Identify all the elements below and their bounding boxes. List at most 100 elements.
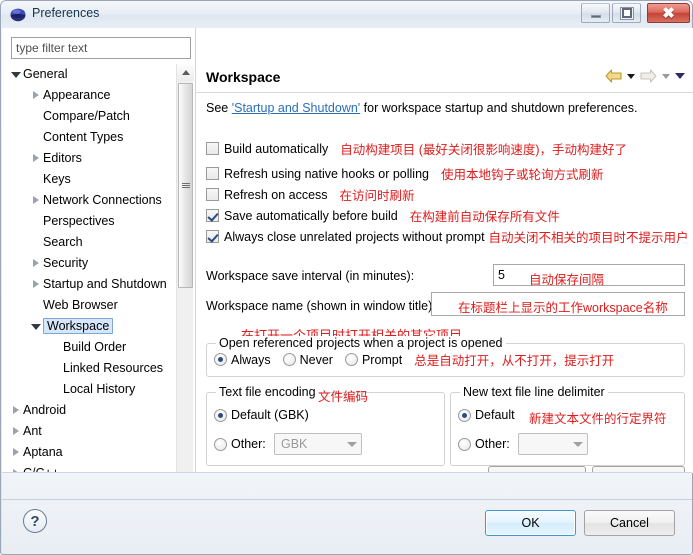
scroll-up-button[interactable] [177, 64, 194, 81]
chevron-down-icon[interactable] [343, 441, 361, 447]
checkbox-save-automatically-before-build[interactable] [206, 209, 219, 222]
tree-item-keys[interactable]: Keys [11, 169, 191, 190]
tree-item-label: Content Types [43, 130, 124, 144]
tree-item-label: Compare/Patch [43, 109, 130, 123]
workspace-name-label: Workspace name (shown in window title): [206, 299, 436, 313]
save-interval-note: 自动保存间隔 [529, 273, 605, 287]
tree-item-editors[interactable]: Editors [11, 148, 191, 169]
tree-item-label: Appearance [43, 88, 111, 102]
collapse-arrow-icon[interactable] [11, 72, 21, 78]
checkbox-annotation: 自动关闭不相关的项目时不提示用户 [488, 231, 689, 245]
radio-never[interactable] [282, 353, 296, 366]
collapse-arrow-icon[interactable] [31, 324, 41, 330]
tree-item-label: Network Connections [43, 193, 162, 207]
expand-arrow-icon[interactable] [33, 154, 39, 162]
tree-item-security[interactable]: Security [11, 253, 191, 274]
intro-text: See 'Startup and Shutdown' for workspace… [206, 101, 637, 115]
radio-delimiter-default[interactable] [458, 408, 471, 422]
minimize-icon [582, 4, 609, 22]
expand-arrow-icon[interactable] [33, 196, 39, 204]
expand-arrow-icon[interactable] [13, 406, 19, 414]
tree-item-label: Web Browser [43, 298, 118, 312]
minimize-button[interactable] [581, 3, 610, 23]
tree-item-android[interactable]: Android [11, 400, 191, 421]
tree-item-compare-patch[interactable]: Compare/Patch [11, 106, 191, 127]
checkbox-build-automatically[interactable] [206, 142, 219, 155]
tree-item-build-order[interactable]: Build Order [11, 337, 191, 358]
radio-delimiter-other-label: Other: [475, 437, 510, 451]
view-menu-caret-down-icon[interactable] [675, 73, 685, 79]
window-title: Preferences [32, 6, 100, 20]
checkbox-refresh-using-native-hooks-or-polling[interactable] [206, 167, 219, 180]
expand-arrow-icon[interactable] [33, 259, 39, 267]
checkbox-annotation: 使用本地钩子或轮询方式刷新 [440, 168, 604, 182]
tree-item-appearance[interactable]: Appearance [11, 85, 191, 106]
expand-arrow-icon[interactable] [33, 91, 39, 99]
back-history-caret-down-icon[interactable] [627, 73, 635, 79]
delimiter-combo[interactable] [518, 433, 588, 455]
arrow-up-icon [181, 70, 190, 75]
checkbox-row-4: Always close unrelated projects without … [206, 227, 689, 246]
ok-button[interactable]: OK [485, 510, 576, 536]
close-icon: ✖ [662, 4, 675, 22]
checkbox-annotation: 自动构建项目 (最好关闭很影响速度)，手动构建好了 [340, 143, 628, 157]
tree-item-label: Security [43, 256, 89, 270]
expand-arrow-icon[interactable] [33, 280, 39, 288]
tree-item-label: Startup and Shutdown [43, 277, 167, 291]
checkbox-label: Refresh on access [224, 187, 328, 202]
startup-shutdown-link[interactable]: 'Startup and Shutdown' [232, 101, 360, 115]
tree-item-content-types[interactable]: Content Types [11, 127, 191, 148]
tree-item-label: General [23, 67, 68, 81]
tree-item-ant[interactable]: Ant [11, 421, 191, 442]
tree-item-web-browser[interactable]: Web Browser [11, 295, 191, 316]
cancel-button[interactable]: Cancel [584, 510, 675, 536]
tree-item-aptana[interactable]: Aptana [11, 442, 191, 463]
tree-item-label: Workspace [43, 318, 114, 334]
tree-vertical-scrollbar[interactable] [176, 64, 194, 506]
radio-prompt[interactable] [344, 353, 358, 366]
encoding-default-row: Default (GBK) [214, 408, 321, 422]
tree-item-perspectives[interactable]: Perspectives [11, 211, 191, 232]
encoding-combo-value: GBK [281, 437, 308, 451]
page-navigation-toolbar [605, 69, 685, 83]
tree-scroll-thumb[interactable] [178, 83, 193, 288]
text-encoding-legend: Text file encoding [216, 385, 319, 399]
tree-item-local-history[interactable]: Local History [11, 379, 191, 400]
checkbox-label: Build automatically [224, 141, 329, 156]
radio-encoding-other[interactable] [214, 437, 227, 451]
footer-separator [2, 499, 692, 500]
radio-encoding-default[interactable] [214, 408, 227, 422]
expand-arrow-icon[interactable] [13, 427, 19, 435]
maximize-button[interactable] [612, 3, 641, 23]
open-referenced-options: Always Never Prompt 总是自动打开，从不打开，提示打开 [214, 350, 614, 369]
tree-item-general[interactable]: General [11, 64, 191, 85]
filter-input[interactable] [11, 37, 191, 59]
radio-delimiter-default-label: Default [475, 408, 515, 422]
tree-item-label: Search [43, 235, 83, 249]
back-arrow-icon[interactable] [605, 69, 622, 83]
question-mark-icon[interactable]: ? [23, 509, 47, 533]
radio-prompt-label: Prompt [361, 352, 403, 367]
tree-item-network-connections[interactable]: Network Connections [11, 190, 191, 211]
workspace-name-note: 在标题栏上显示的工作workspace名称 [458, 301, 668, 315]
tree-item-startup-and-shutdown[interactable]: Startup and Shutdown [11, 274, 191, 295]
checkbox-refresh-on-access[interactable] [206, 188, 219, 201]
chevron-down-icon[interactable] [569, 441, 587, 447]
preferences-tree[interactable]: General Appearance Compare/Patch Content Ty… [11, 64, 191, 506]
radio-always[interactable] [214, 353, 227, 366]
scroll-grip-icon [182, 183, 190, 188]
preferences-dialog: Preferences ✖ General Appearance Compare/P… [0, 0, 693, 555]
close-button[interactable]: ✖ [647, 3, 690, 23]
expand-arrow-icon[interactable] [13, 448, 19, 456]
radio-delimiter-other[interactable] [458, 437, 471, 451]
checkbox-always-close-unrelated-projects-without-prompt[interactable] [206, 230, 219, 243]
text-encoding-legend-note: 文件编码 [318, 390, 369, 404]
tree-item-linked-resources[interactable]: Linked Resources [11, 358, 191, 379]
tree-item-label: Aptana [23, 445, 63, 459]
maximize-icon [613, 4, 640, 22]
delimiter-default-row: Default [458, 408, 527, 422]
tree-item-workspace[interactable]: Workspace [11, 316, 191, 337]
tree-item-search[interactable]: Search [11, 232, 191, 253]
encoding-combo[interactable]: GBK [274, 433, 362, 455]
checkbox-label: Save automatically before build [224, 208, 398, 223]
